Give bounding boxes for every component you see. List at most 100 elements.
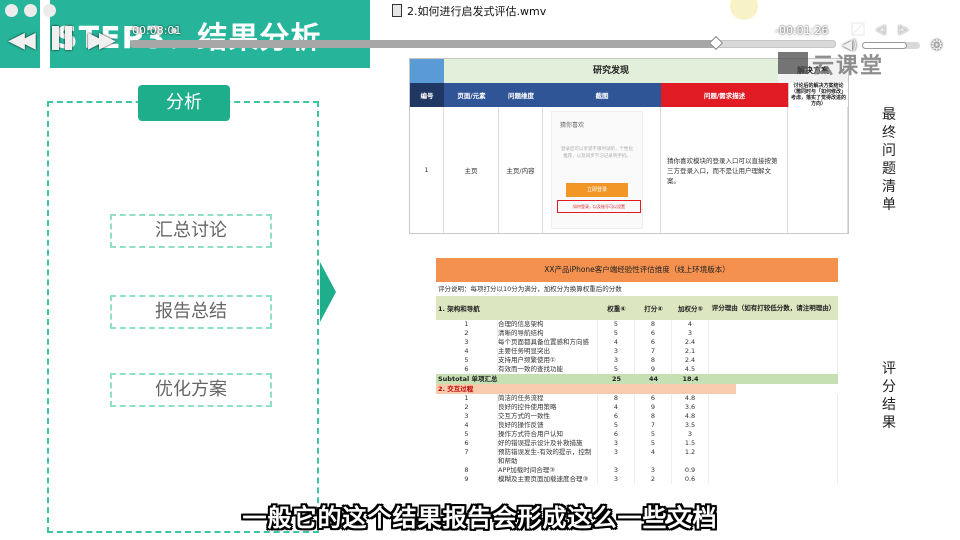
table-row: 8 APP加载时间合理③ 3 3 0.9 [436, 466, 838, 475]
score-cell-no: 5 [436, 430, 498, 439]
score-cell-score: 7 [635, 347, 672, 356]
table-row: 6 好的错误提示设计及补救措施 3 5 1.5 [436, 439, 838, 448]
score-cell-no: 6 [436, 365, 498, 374]
score-cell-score: 8 [635, 412, 672, 421]
cell-no: 1 [410, 107, 444, 233]
table-row: 1 合理的信息架构 5 8 4 [436, 320, 838, 329]
side-char: 清 [882, 179, 896, 195]
score-cell-score: 6 [635, 329, 672, 338]
score-cell-weight: 4 [598, 338, 635, 347]
picture-in-picture-icon[interactable] [851, 22, 865, 36]
score-section2-rows: 1 简洁的任务流程 8 6 4.8 2 良好的控件使用策略 4 9 3.6 3 交互方式的一致性 6 8 4… [436, 394, 838, 484]
score-cell-reason [709, 365, 838, 374]
score-cell-weight: 5 [598, 320, 635, 329]
score-cell-score: 8 [635, 356, 672, 365]
cell-page: 主页 [444, 107, 499, 233]
score-cell-weighted: 2.4 [672, 356, 709, 365]
pause-bar-left [52, 26, 59, 50]
score-cell-weighted: 4.8 [672, 394, 709, 403]
score-cell-no: 2 [436, 403, 498, 412]
side-char: 结 [882, 397, 896, 413]
score-cell-weight: 5 [598, 365, 635, 374]
score-cell-no: 1 [436, 394, 498, 403]
col-header-no: 编号 [410, 83, 444, 107]
subtotal-reason [709, 374, 838, 384]
score-cell-score: 5 [635, 439, 672, 448]
window-close-button[interactable] [5, 4, 18, 17]
skip-back-icon[interactable]: ◁ [876, 22, 885, 36]
subtotal-weight: 25 [611, 375, 622, 383]
side-label-score-result: 评 分 结 果 [880, 360, 898, 432]
fast-forward-icon[interactable]: ▶▶ [88, 28, 116, 53]
analysis-badge: 分析 [138, 85, 230, 121]
score-cell-weighted: 3.6 [672, 403, 709, 412]
score-cell-score: 7 [635, 421, 672, 430]
pause-bar-right [65, 26, 72, 50]
score-cell-no: 8 [436, 466, 498, 475]
score-cell-reason [709, 403, 838, 412]
subtotal-label: Subtotal 单项汇总 [438, 375, 498, 383]
score-section1-rows: 1 合理的信息架构 5 8 4 2 清晰的导航结构 5 6 3 3 每个页面都具备位置感和方向感 4 6 2… [436, 320, 838, 374]
rewind-icon[interactable]: ◀◀ [8, 28, 36, 53]
score-cell-reason [709, 448, 838, 466]
elapsed-time: 00:08:01 [132, 24, 182, 37]
score-cell-weight: 6 [598, 430, 635, 439]
score-cell-item: 支持用户频繁使用① [498, 356, 598, 365]
side-char: 评 [882, 361, 896, 377]
table-row: 4 良好的操作反馈 5 7 3.5 [436, 421, 838, 430]
score-cell-weight: 6 [598, 412, 635, 421]
table-row: 2 良好的控件使用策略 4 9 3.6 [436, 403, 838, 412]
score-cell-weight: 3 [598, 347, 635, 356]
seek-bar-fill [130, 40, 716, 48]
table-row: 3 交互方式的一致性 6 8 4.8 [436, 412, 838, 421]
score-cell-weight: 3 [598, 448, 635, 466]
score-cell-score: 9 [635, 403, 672, 412]
score-cell-score: 9 [635, 365, 672, 374]
score-cell-no: 1 [436, 320, 498, 329]
seek-bar[interactable] [130, 35, 836, 51]
score-header-weight: 权重④ [607, 305, 626, 313]
score-cell-weighted: 0.6 [672, 475, 709, 484]
score-cell-no: 9 [436, 475, 498, 484]
score-cell-no: 6 [436, 439, 498, 448]
score-cell-reason [709, 439, 838, 448]
pause-icon[interactable] [52, 26, 74, 50]
score-cell-score: 2 [635, 475, 672, 484]
score-cell-reason [709, 329, 838, 338]
score-cell-weighted: 1.2 [672, 448, 709, 466]
score-cell-score: 3 [635, 466, 672, 475]
score-cell-weighted: 3.5 [672, 421, 709, 430]
table-row: 7 预防错误发生-有效的提示，控制和帮助 3 4 1.2 [436, 448, 838, 466]
score-cell-item: APP加载时间合理③ [498, 466, 598, 475]
score-cell-reason [709, 466, 838, 475]
score-cell-item: 每个页面都具备位置感和方向感 [498, 338, 598, 347]
score-cell-no: 3 [436, 338, 498, 347]
window-maximize-button[interactable] [43, 4, 56, 17]
option-summary-discussion: 汇总讨论 [110, 214, 272, 248]
cell-issue: 猜你喜欢模块的登录入口可以直接按第三方登录入口，而不是让用户理解文案。 [661, 107, 788, 233]
window-minimize-button[interactable] [24, 4, 37, 17]
score-cell-item: 良好的操作反馈 [498, 421, 598, 430]
table-row: 9 模糊及主要页面加载速度合理③ 3 2 0.6 [436, 475, 838, 484]
table-row: 1 简洁的任务流程 8 6 4.8 [436, 394, 838, 403]
score-cell-reason [709, 356, 838, 365]
score-header-reason: 评分理由（如有打较低分数，请注明理由） [711, 303, 836, 312]
score-cell-score: 4 [635, 448, 672, 466]
gear-icon[interactable]: ⚙ [930, 36, 943, 54]
score-header-weighted: 加权分⑤ [677, 305, 703, 313]
subtotal-score: 44 [648, 375, 659, 383]
cell-screenshot: 猜你喜欢 登录后可以享受不限时试听，个性化推荐，以及同步学习记录到手机。 立即登… [543, 107, 661, 233]
watermark-text: 云课堂 [812, 54, 885, 79]
score-cell-reason [709, 347, 838, 356]
score-cell-score: 8 [635, 320, 672, 329]
score-header-section: 1. 架构和导航 [438, 305, 480, 313]
col-header-page: 页面/元素 [444, 83, 499, 107]
score-cell-weighted: 4.5 [672, 365, 709, 374]
mockup-highlight-box: 如何登录，以及账号可以设置 [557, 200, 641, 213]
cell-dimension: 主页/内容 [499, 107, 543, 233]
score-cell-reason [709, 320, 838, 329]
side-char: 终 [882, 125, 896, 141]
findings-corner [410, 59, 444, 83]
score-cell-no: 4 [436, 347, 498, 356]
skip-forward-icon[interactable]: ▷ [899, 22, 908, 36]
